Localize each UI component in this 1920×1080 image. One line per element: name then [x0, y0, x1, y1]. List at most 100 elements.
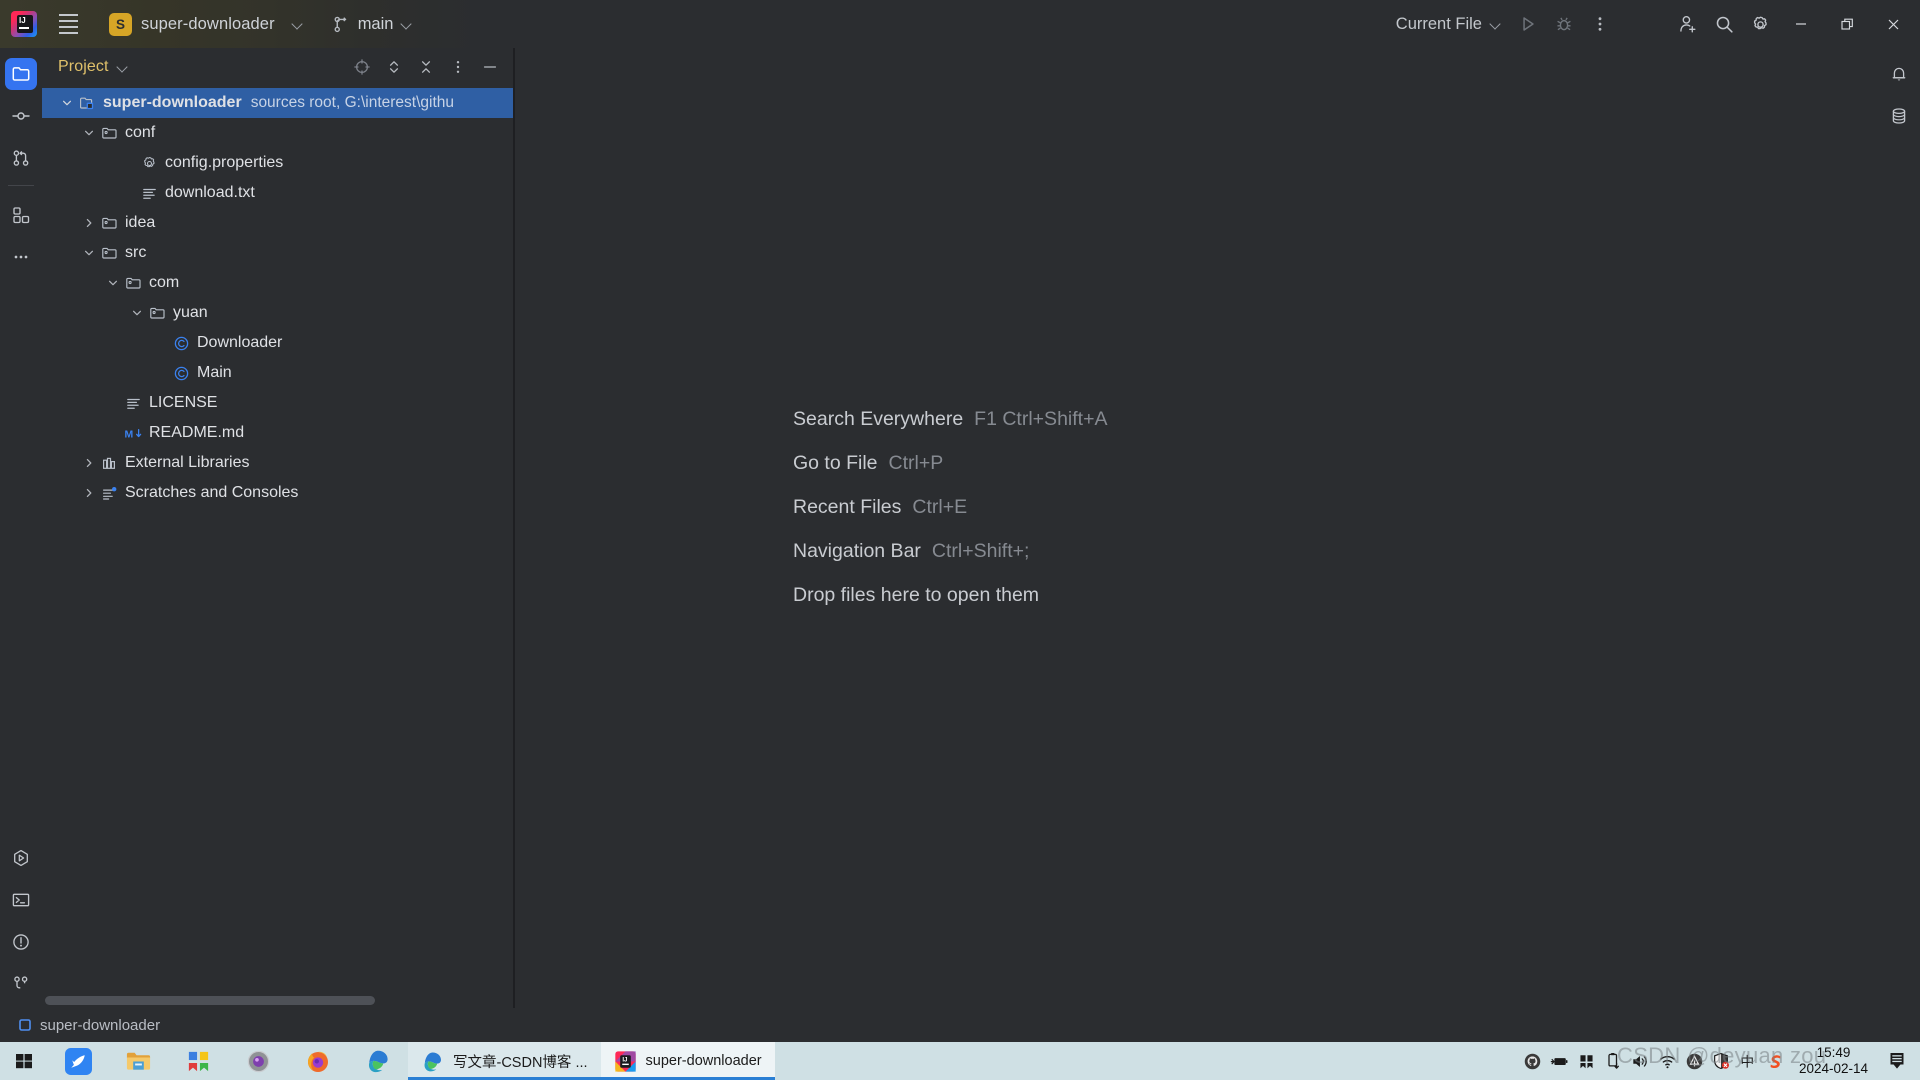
tree-item-label: idea — [125, 214, 156, 231]
settings-button[interactable] — [1742, 6, 1778, 42]
run-configuration-label: Current File — [1395, 14, 1482, 33]
tray-nvidia-icon[interactable] — [1681, 1042, 1708, 1080]
sidebar-item-notifications[interactable] — [1883, 58, 1915, 90]
squares-icon — [13, 207, 30, 224]
tray-github-icon[interactable] — [1519, 1042, 1546, 1080]
tree-row-super-downloader[interactable]: super-downloader sources root, G:\intere… — [42, 88, 513, 118]
tray-sogou-icon[interactable] — [1762, 1042, 1789, 1080]
chevron-down-icon[interactable] — [80, 247, 98, 259]
sidebar-item-version-control[interactable] — [5, 968, 37, 1000]
sidebar-item-problems[interactable] — [5, 926, 37, 958]
tray-store-icon[interactable] — [1573, 1042, 1600, 1080]
run-configuration-selector[interactable]: Current File — [1387, 9, 1510, 39]
tray-security-icon[interactable] — [1708, 1042, 1735, 1080]
hint-action-label: Recent Files — [793, 496, 902, 518]
chevron-down-icon[interactable] — [117, 62, 128, 73]
sidebar-item-run[interactable] — [5, 842, 37, 874]
tree-row-license[interactable]: LICENSE — [42, 388, 513, 418]
project-panel-horizontal-scrollbar[interactable] — [42, 994, 513, 1008]
hint-go-to-file[interactable]: Go to File Ctrl+P — [793, 452, 1107, 475]
clock-time: 15:49 — [1816, 1045, 1851, 1061]
account-button[interactable] — [1670, 6, 1706, 42]
debug-button[interactable] — [1546, 6, 1582, 42]
tree-row-com[interactable]: com — [42, 268, 513, 298]
hint-shortcut-label: Ctrl+P — [888, 452, 944, 474]
hint-search-everywhere[interactable]: Search Everywhere F1 Ctrl+Shift+A — [793, 408, 1107, 431]
tree-row-idea[interactable]: idea — [42, 208, 513, 238]
branch-selector[interactable]: main — [325, 9, 421, 39]
git-branch-icon — [14, 976, 28, 989]
sidebar-item-project[interactable] — [5, 58, 37, 90]
tree-row-yuan[interactable]: yuan — [42, 298, 513, 328]
tree-row-config-properties[interactable]: config.properties — [42, 148, 513, 178]
hint-recent-files[interactable]: Recent Files Ctrl+E — [793, 496, 1107, 519]
taskbar-app-file-explorer[interactable] — [108, 1042, 168, 1080]
tree-row-src[interactable]: src — [42, 238, 513, 268]
tree-row-main[interactable]: Main — [42, 358, 513, 388]
hint-action-label: Go to File — [793, 452, 878, 474]
sidebar-item-plugins[interactable] — [5, 199, 37, 231]
hint-action-label: Navigation Bar — [793, 540, 921, 562]
hint-action-label: Search Everywhere — [793, 408, 964, 430]
tray-network-icon[interactable] — [1654, 1042, 1681, 1080]
tree-item-label: Downloader — [197, 334, 283, 351]
action-center-button[interactable] — [1880, 1042, 1914, 1080]
maximize-button[interactable] — [1824, 0, 1870, 48]
status-bar-project-item[interactable]: super-downloader — [18, 1017, 160, 1034]
tree-item-label: src — [125, 244, 147, 261]
tree-row-download-txt[interactable]: download.txt — [42, 178, 513, 208]
tree-row-scratches-and-consoles[interactable]: Scratches and Consoles — [42, 478, 513, 508]
chevron-down-icon[interactable] — [80, 127, 98, 139]
minimize-button[interactable] — [1778, 0, 1824, 48]
run-button[interactable] — [1510, 6, 1546, 42]
tree-row-conf[interactable]: conf — [42, 118, 513, 148]
search-button[interactable] — [1706, 6, 1742, 42]
more-actions-button[interactable] — [1582, 6, 1618, 42]
tree-row-readme[interactable]: M README.md — [42, 418, 513, 448]
project-selector[interactable]: S super-downloader — [101, 9, 311, 39]
tree-item-label: yuan — [173, 304, 208, 321]
chevron-down-icon[interactable] — [104, 277, 122, 289]
taskbar-app-mail-bird[interactable] — [48, 1042, 108, 1080]
taskbar-app-microsoft-store[interactable] — [168, 1042, 228, 1080]
tray-usb-eject-icon[interactable] — [1600, 1042, 1627, 1080]
chevron-down-icon[interactable] — [58, 97, 76, 109]
taskbar-app-edge-pinned[interactable] — [348, 1042, 408, 1080]
sidebar-item-commit[interactable] — [5, 100, 37, 132]
sidebar-item-more-tool-windows[interactable] — [5, 241, 37, 273]
taskbar-app-unity-hub[interactable] — [228, 1042, 288, 1080]
collapse-all-button[interactable] — [411, 52, 441, 82]
folder-icon — [12, 67, 30, 81]
start-button[interactable] — [0, 1042, 48, 1080]
chevron-right-icon[interactable] — [80, 487, 98, 499]
hint-navigation-bar[interactable]: Navigation Bar Ctrl+Shift+; — [793, 540, 1107, 563]
close-button[interactable] — [1870, 0, 1916, 48]
tree-row-downloader[interactable]: Downloader — [42, 328, 513, 358]
sidebar-item-database[interactable] — [1883, 100, 1915, 132]
scrollbar-thumb[interactable] — [45, 996, 375, 1005]
hide-panel-button[interactable] — [475, 52, 505, 82]
project-tree[interactable]: super-downloader sources root, G:\intere… — [42, 86, 513, 1008]
tray-battery-icon[interactable] — [1546, 1042, 1573, 1080]
expand-collapse-button[interactable] — [379, 52, 409, 82]
chevron-right-icon[interactable] — [80, 457, 98, 469]
tray-ime-chinese-icon[interactable]: 中 — [1735, 1042, 1762, 1080]
project-options-button[interactable] — [443, 52, 473, 82]
title-bar-left: IJ S super-downloader main — [0, 0, 420, 48]
taskbar-window-intellij[interactable]: IJ super-downloader — [600, 1042, 775, 1080]
sidebar-item-pull-requests[interactable] — [5, 142, 37, 174]
text-file-icon — [122, 395, 144, 412]
usb-eject-icon — [1608, 1053, 1620, 1069]
tree-row-external-libraries[interactable]: External Libraries — [42, 448, 513, 478]
select-opened-file-button[interactable] — [347, 52, 377, 82]
editor-area[interactable]: Search Everywhere F1 Ctrl+Shift+A Go to … — [515, 48, 1878, 1008]
tray-volume-icon[interactable] — [1627, 1042, 1654, 1080]
chevron-down-icon[interactable] — [128, 307, 146, 319]
title-bar-right: Current File — [1387, 0, 1920, 48]
chevron-right-icon[interactable] — [80, 217, 98, 229]
taskbar-window-edge[interactable]: 写文章-CSDN博客 ... — [408, 1042, 601, 1080]
taskbar-app-firefox[interactable] — [288, 1042, 348, 1080]
taskbar-clock[interactable]: 15:49 2024-02-14 — [1789, 1045, 1880, 1076]
sidebar-item-terminal[interactable] — [5, 884, 37, 916]
hamburger-menu-icon[interactable] — [51, 7, 85, 41]
